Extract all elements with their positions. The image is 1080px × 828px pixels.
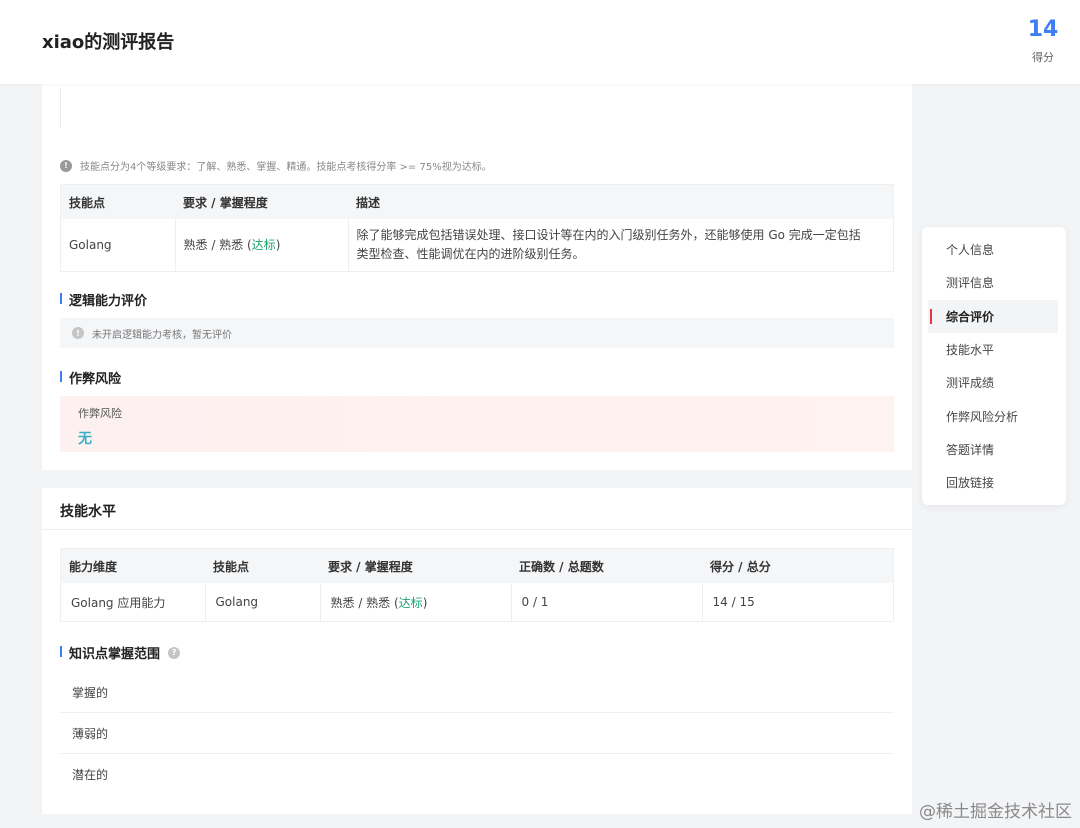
- skill-level-title: 技能水平: [60, 504, 116, 520]
- nav-item-cheat-risk[interactable]: 作弊风险分析: [928, 399, 1058, 432]
- skill-cell: Golang: [61, 219, 176, 271]
- nav-item-personal-info[interactable]: 个人信息: [928, 233, 1058, 266]
- nav-item-answer-details[interactable]: 答题详情: [928, 433, 1058, 466]
- skill-table: 技能点 要求 / 掌握程度 描述 Golang 熟悉 / 熟悉 (达标) 除了能…: [60, 184, 894, 272]
- pass-status: 达标: [251, 237, 276, 252]
- risk-value: 无: [78, 431, 92, 447]
- score-label: 得分: [1032, 51, 1054, 64]
- list-item: 掌握的: [60, 672, 894, 713]
- report-header: xiao的测评报告 14 得分: [0, 0, 1080, 84]
- correct-cell: 0 / 1: [511, 583, 703, 621]
- pass-status: 达标: [398, 595, 423, 610]
- nav-item-skill-level[interactable]: 技能水平: [928, 333, 1058, 366]
- list-item: 潜在的: [72, 768, 109, 782]
- nav-item-playback-link[interactable]: 回放链接: [928, 466, 1058, 499]
- nav-item-assessment-info[interactable]: 测评信息: [928, 266, 1058, 299]
- logic-info-bar: ! 未开启逻辑能力考核，暂无评价: [60, 318, 894, 348]
- cheat-section-title: 作弊风险: [60, 368, 121, 387]
- nav-item-overall-evaluation[interactable]: 综合评价: [928, 299, 1058, 333]
- page-title: xiao的测评报告: [42, 32, 175, 53]
- description-cell: 除了能够完成包括错误处理、接口设计等在内的入门级别任务外，还能够使用 Go 完成…: [356, 228, 861, 261]
- list-item: 薄弱的: [60, 713, 894, 754]
- watermark: @稀土掘金技术社区: [919, 802, 1072, 822]
- table-header: 得分 / 总分: [702, 549, 893, 583]
- logic-info-text: 未开启逻辑能力考核，暂无评价: [92, 329, 232, 341]
- skill-cell: Golang: [205, 583, 321, 621]
- cheat-risk-box: 作弊风险 无: [60, 396, 894, 452]
- dimension-cell: Golang 应用能力: [61, 583, 206, 621]
- risk-label: 作弊风险: [78, 407, 122, 420]
- score-cell: 14 / 15: [712, 595, 755, 609]
- table-header: 要求 / 掌握程度: [320, 549, 511, 583]
- table-header: 描述: [348, 185, 893, 219]
- side-nav: 个人信息 测评信息 综合评价 技能水平 测评成绩 作弊风险分析 答题详情 回放链…: [922, 227, 1066, 505]
- knowledge-title-text: 知识点掌握范围: [69, 647, 161, 662]
- table-row: Golang 应用能力 Golang 熟悉 / 熟悉 (达标) 0 / 1 14…: [61, 583, 893, 621]
- table-header: 正确数 / 总题数: [511, 549, 702, 583]
- table-header: 能力维度: [61, 549, 205, 583]
- info-icon: !: [60, 159, 72, 172]
- info-icon: !: [72, 327, 84, 339]
- score-value: 14: [1027, 17, 1059, 42]
- table-header: 技能点: [61, 185, 175, 219]
- note-text: 技能点分为4个等级要求：了解、熟悉、掌握、精通。技能点考核得分率 >= 75%视…: [80, 162, 492, 173]
- logic-section-title: 逻辑能力评价: [60, 290, 147, 309]
- skill-level-table: 能力维度 技能点 要求 / 掌握程度 正确数 / 总题数 得分 / 总分 Gol…: [60, 548, 894, 622]
- divider: [42, 529, 912, 530]
- overview-card: ! 技能点分为4个等级要求：了解、熟悉、掌握、精通。技能点考核得分率 >= 75…: [42, 84, 912, 470]
- table-header: 要求 / 掌握程度: [175, 185, 348, 219]
- score-box: 14 得分: [1020, 17, 1066, 65]
- knowledge-section-title: 知识点掌握范围 ?: [60, 643, 181, 662]
- knowledge-list: 掌握的 薄弱的 潜在的: [60, 672, 894, 795]
- skill-level-note: ! 技能点分为4个等级要求：了解、熟悉、掌握、精通。技能点考核得分率 >= 75…: [60, 158, 492, 173]
- skill-level-card: 技能水平 能力维度 技能点 要求 / 掌握程度 正确数 / 总题数 得分 / 总…: [42, 488, 912, 814]
- nav-item-assessment-score[interactable]: 测评成绩: [928, 366, 1058, 399]
- content-top-remnant: [60, 88, 894, 128]
- level-cell: 熟悉 / 熟悉 (达标): [175, 219, 349, 271]
- help-icon[interactable]: ?: [168, 646, 181, 659]
- table-row: Golang 熟悉 / 熟悉 (达标) 除了能够完成包括错误处理、接口设计等在内…: [61, 219, 893, 271]
- table-header: 技能点: [205, 549, 320, 583]
- level-cell: 熟悉 / 熟悉 (达标): [320, 583, 512, 621]
